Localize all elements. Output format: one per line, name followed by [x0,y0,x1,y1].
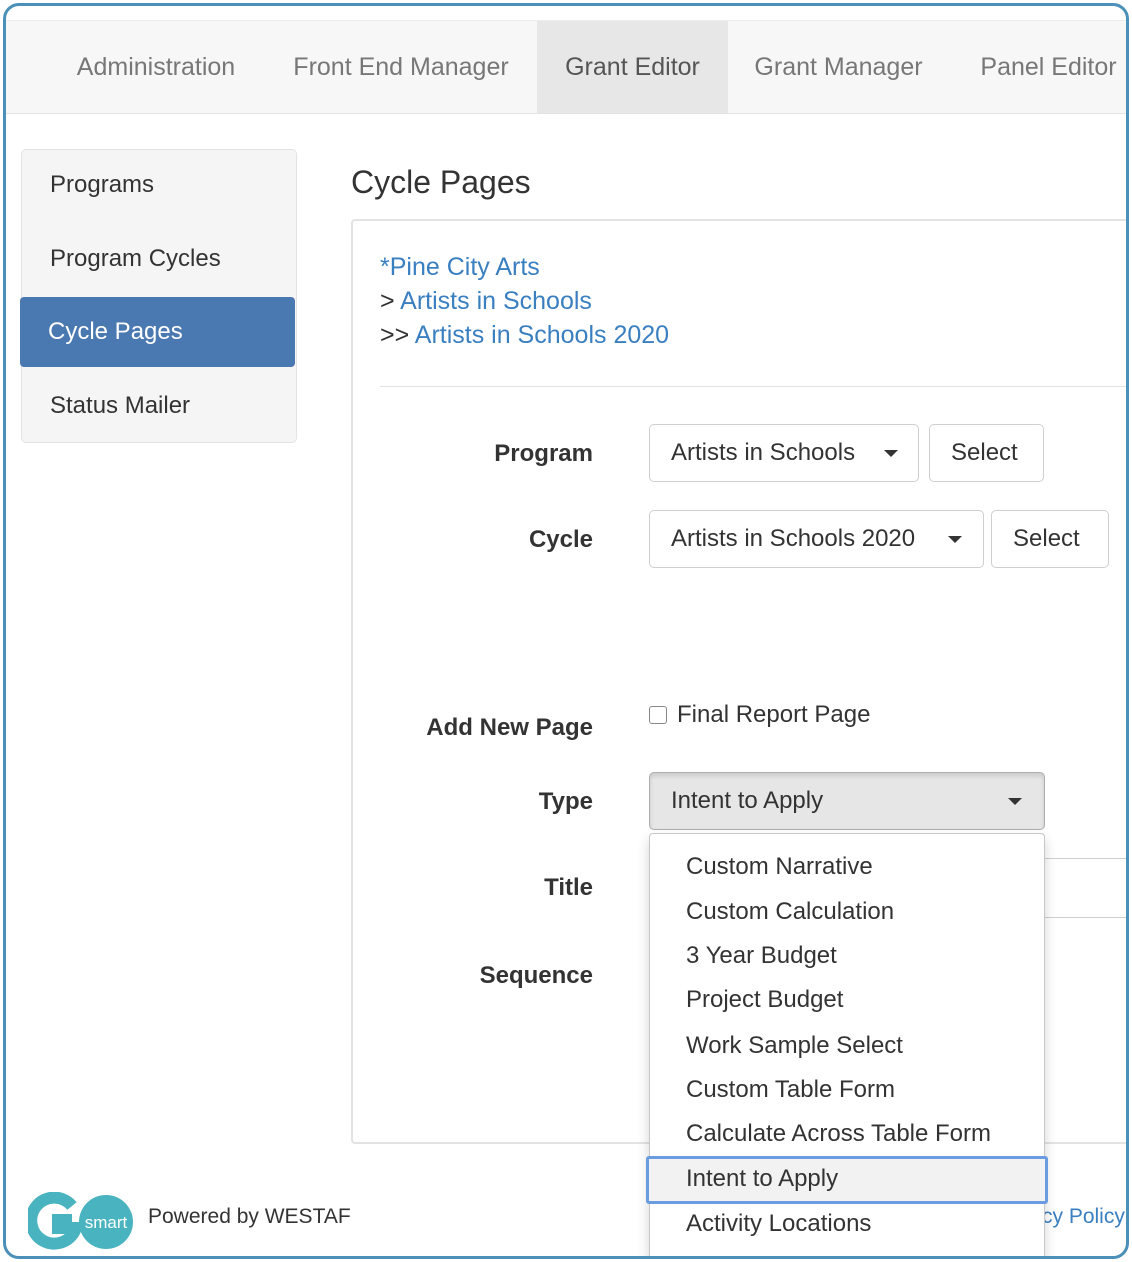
menu-item-project-budget[interactable]: Project Budget [650,980,1044,1020]
top-navigation: Administration Front End Manager Grant E… [6,20,1126,114]
type-dropdown[interactable]: Intent to Apply [649,772,1045,830]
gosmart-logo: smart [28,1192,133,1250]
divider [380,386,1126,387]
final-report-page-checkbox[interactable] [649,706,667,724]
sidebar: Programs Program Cycles Cycle Pages Stat… [20,149,297,443]
tab-front-end-manager[interactable]: Front End Manager [276,21,526,113]
sidebar-item-status-mailer[interactable]: Status Mailer [22,371,296,441]
tab-grant-manager[interactable]: Grant Manager [741,21,936,113]
final-report-page-label[interactable]: Final Report Page [677,701,870,729]
breadcrumb-cycle-link[interactable]: Artists in Schools 2020 [415,321,669,349]
program-label: Program [494,440,593,467]
sidebar-item-cycle-pages[interactable]: Cycle Pages [20,297,295,367]
program-select-button[interactable]: Select [929,424,1044,482]
cycle-dropdown-value: Artists in Schools 2020 [671,525,916,552]
title-input[interactable] [1041,858,1126,918]
logo-text: smart [85,1213,128,1232]
program-dropdown-value: Artists in Schools [671,439,856,466]
breadcrumb-program-link[interactable]: Artists in Schools [400,287,592,315]
app-window: Administration Front End Manager Grant E… [3,3,1129,1259]
tab-panel-editor[interactable]: Panel Editor [966,21,1126,113]
program-dropdown[interactable]: Artists in Schools [649,424,919,482]
breadcrumb-separator: >> [380,321,415,349]
caret-down-icon [1008,798,1022,805]
menu-item-calculate-across-table-form[interactable]: Calculate Across Table Form [650,1114,1044,1154]
menu-item-custom-narrative[interactable]: Custom Narrative [650,847,1044,887]
caret-down-icon [948,536,962,543]
type-dropdown-menu: Custom Narrative Custom Calculation 3 Ye… [646,833,1048,1256]
sidebar-item-programs[interactable]: Programs [22,150,296,220]
sequence-label: Sequence [479,962,593,989]
breadcrumb: *Pine City Arts > Artists in Schools >> … [380,250,669,352]
add-new-page-label: Add New Page [426,714,593,741]
logo-g-shape [28,1192,85,1250]
caret-down-icon [884,450,898,457]
tab-grant-editor[interactable]: Grant Editor [537,21,728,113]
sidebar-item-program-cycles[interactable]: Program Cycles [22,224,296,294]
type-label: Type [538,788,593,815]
powered-by-text: Powered by WESTAF [148,1205,351,1228]
menu-item-work-sample-select[interactable]: Work Sample Select [650,1026,1044,1066]
type-dropdown-value: Intent to Apply [671,787,824,814]
title-label: Title [544,874,593,901]
menu-item-activity-locations[interactable]: Activity Locations [650,1204,1044,1244]
privacy-policy-link[interactable]: cy Policy [1042,1205,1125,1229]
tab-administration[interactable]: Administration [56,21,256,113]
page-title: Cycle Pages [351,164,531,200]
breadcrumb-separator: > [380,287,401,315]
menu-item-3-year-budget[interactable]: 3 Year Budget [650,936,1044,976]
menu-item-intent-to-apply[interactable]: Intent to Apply [646,1156,1048,1204]
menu-item-custom-table-form[interactable]: Custom Table Form [650,1070,1044,1110]
menu-item-custom-calculation[interactable]: Custom Calculation [650,892,1044,932]
breadcrumb-organization-link[interactable]: *Pine City Arts [380,253,540,281]
cycle-dropdown[interactable]: Artists in Schools 2020 [649,510,984,568]
cycle-select-button[interactable]: Select [991,510,1109,568]
cycle-label: Cycle [528,526,593,553]
